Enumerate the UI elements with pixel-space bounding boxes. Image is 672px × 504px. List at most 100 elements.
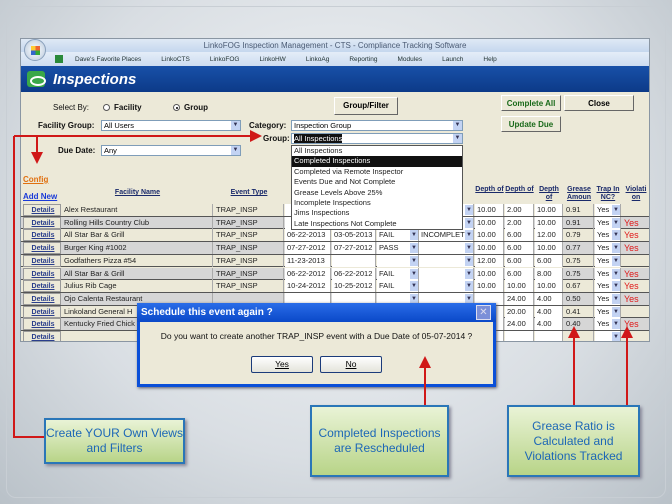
close-button[interactable]: Close: [564, 95, 634, 111]
chevron-down-icon[interactable]: ▼: [465, 205, 473, 215]
group-option[interactable]: Completed Inspections: [292, 156, 462, 167]
group-filter-button[interactable]: Group/Filter: [334, 97, 398, 115]
chevron-down-icon[interactable]: ▼: [231, 146, 240, 155]
group-option[interactable]: Events Due and Not Complete: [292, 177, 462, 187]
radio-facility-icon[interactable]: [103, 104, 110, 112]
menu-linkocts[interactable]: LinkoCTS: [161, 56, 190, 63]
group-option[interactable]: Incomplete Inspections: [292, 198, 462, 208]
depth-3-cell: 6.00: [535, 254, 563, 267]
chevron-down-icon[interactable]: ▼: [612, 268, 620, 279]
column-header[interactable]: Depth of: [475, 186, 504, 194]
group-option[interactable]: Late Inspections Not Complete: [292, 219, 462, 229]
chevron-down-icon[interactable]: ▼: [465, 230, 473, 241]
chevron-down-icon[interactable]: ▼: [612, 332, 620, 341]
chevron-down-icon[interactable]: ▼: [465, 217, 473, 228]
facility-name-cell: Burger King #1002: [62, 242, 213, 255]
chevron-down-icon[interactable]: ▼: [612, 281, 620, 292]
menu-launch[interactable]: Launch: [442, 56, 463, 63]
details-button[interactable]: Details: [23, 267, 61, 280]
depth-1-cell: 10.00: [475, 242, 504, 255]
event-type-cell: TRAP_INSP: [214, 254, 284, 267]
update-due-button[interactable]: Update Due: [501, 116, 561, 132]
chevron-down-icon[interactable]: ▼: [612, 243, 620, 254]
category-select[interactable]: Inspection Group ▼: [291, 120, 463, 131]
details-button[interactable]: Details: [23, 292, 61, 305]
details-button[interactable]: Details: [23, 280, 61, 293]
chevron-down-icon[interactable]: ▼: [612, 255, 620, 266]
menu-reporting[interactable]: Reporting: [349, 56, 377, 63]
chevron-down-icon[interactable]: ▼: [612, 319, 620, 330]
yes-button[interactable]: Yes: [251, 356, 313, 373]
details-button[interactable]: Details: [23, 254, 61, 267]
column-header[interactable]: Grease Amoun: [564, 186, 594, 202]
radio-facility-label: Facility: [114, 103, 142, 112]
chevron-down-icon[interactable]: ▼: [612, 306, 620, 317]
details-button[interactable]: Details: [23, 229, 61, 242]
chevron-down-icon[interactable]: ▼: [410, 243, 418, 254]
group-dropdown-list[interactable]: All Inspections Completed Inspections Comp…: [291, 145, 463, 231]
details-button[interactable]: Details: [23, 305, 61, 318]
group-select[interactable]: All Inspections ▼: [291, 133, 463, 144]
group-option[interactable]: Jims Inspections: [292, 208, 462, 218]
depth-2-cell: 6.00: [505, 254, 534, 267]
radio-group-icon[interactable]: [173, 104, 180, 112]
date-1-cell: 11-23-2013: [285, 254, 331, 267]
details-button[interactable]: Details: [23, 204, 61, 216]
column-header[interactable]: Violati on: [622, 186, 649, 202]
menu-favorites[interactable]: Dave's Favorite Places: [75, 56, 141, 63]
date-1-cell: 10-24-2012: [285, 280, 331, 293]
table-row[interactable]: Details Julius Rib Cage TRAP_INSP 10-24-201…: [21, 280, 649, 293]
menu-modules[interactable]: Modules: [398, 56, 423, 63]
violation-cell: Yes: [622, 318, 649, 330]
group-option[interactable]: Completed via Remote Inspector: [292, 167, 462, 177]
chevron-down-icon[interactable]: ▼: [612, 217, 620, 228]
group-option[interactable]: Grease Levels Above 25%: [292, 188, 462, 198]
chevron-down-icon[interactable]: ▼: [465, 268, 473, 279]
no-button[interactable]: No: [320, 356, 382, 373]
radio-facility[interactable]: Facility: [103, 103, 142, 112]
details-button[interactable]: Details: [23, 242, 61, 255]
chevron-down-icon[interactable]: ▼: [410, 281, 418, 292]
details-button[interactable]: Details: [23, 331, 61, 341]
dialog-title: Schedule this event again ?: [137, 303, 496, 322]
group-option[interactable]: All Inspections: [292, 146, 462, 156]
event-type-cell: TRAP_INSP: [214, 242, 284, 255]
close-icon[interactable]: ✕: [476, 305, 491, 320]
chevron-down-icon[interactable]: ▼: [612, 293, 620, 304]
chevron-down-icon[interactable]: ▼: [612, 230, 620, 241]
due-date-select[interactable]: Any ▼: [101, 145, 241, 156]
config-link[interactable]: Config: [23, 175, 48, 184]
chevron-down-icon[interactable]: ▼: [231, 121, 240, 130]
violation-cell: [622, 331, 649, 341]
menu-linkofog[interactable]: LinkoFOG: [210, 56, 240, 63]
details-button[interactable]: Details: [23, 216, 61, 229]
chevron-down-icon[interactable]: ▼: [453, 134, 462, 143]
column-header[interactable]: Depth of: [535, 186, 563, 202]
chevron-down-icon[interactable]: ▼: [453, 121, 462, 130]
chevron-down-icon[interactable]: ▼: [465, 243, 473, 254]
table-row[interactable]: Details Burger King #1002 TRAP_INSP 07-27-2…: [21, 242, 649, 255]
chevron-down-icon[interactable]: ▼: [465, 255, 473, 266]
column-header[interactable]: Depth of: [505, 186, 534, 194]
table-row[interactable]: Details All Star Bar & Grill TRAP_INSP 06-2…: [21, 267, 649, 281]
chevron-down-icon[interactable]: ▼: [612, 205, 620, 215]
add-new-link[interactable]: Add New: [23, 192, 57, 201]
chevron-down-icon[interactable]: ▼: [410, 268, 418, 279]
radio-group[interactable]: Group: [173, 103, 208, 112]
menu-linkoag[interactable]: LinkoAg: [306, 56, 330, 63]
date-1-cell: 06-22-2012: [285, 267, 331, 280]
column-header[interactable]: Trap In NC?: [595, 186, 621, 202]
office-orb-icon[interactable]: [24, 39, 46, 61]
table-row[interactable]: Details Godfathers Pizza #54 TRAP_INSP 11-2…: [21, 254, 649, 268]
menu-help[interactable]: Help: [483, 56, 496, 63]
column-header[interactable]: Event Type: [214, 189, 284, 197]
chevron-down-icon[interactable]: ▼: [410, 255, 418, 266]
column-header[interactable]: Facility Name: [62, 189, 213, 197]
chevron-down-icon[interactable]: ▼: [465, 281, 473, 292]
complete-all-button[interactable]: Complete All: [501, 95, 561, 111]
facility-group-select[interactable]: All Users ▼: [101, 120, 241, 131]
table-row[interactable]: Details All Star Bar & Grill TRAP_INSP 06-2…: [21, 229, 649, 243]
menu-linkohw[interactable]: LinkoHW: [259, 56, 285, 63]
chevron-down-icon[interactable]: ▼: [410, 230, 418, 241]
details-button[interactable]: Details: [23, 318, 61, 331]
